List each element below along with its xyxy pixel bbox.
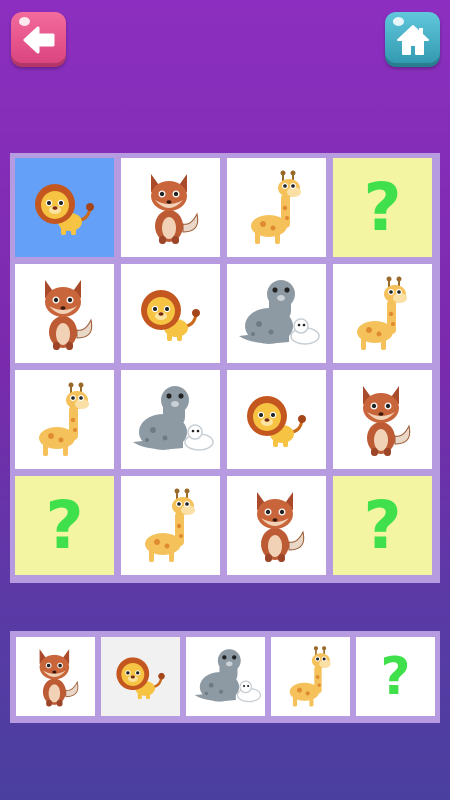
board-cell-lion[interactable]	[227, 370, 326, 469]
empty-board-cell[interactable]: ?	[333, 158, 432, 257]
question-mark-icon: ?	[363, 168, 402, 246]
home-button[interactable]	[385, 12, 440, 67]
lion-icon	[136, 284, 206, 344]
board-cell-giraffe[interactable]	[333, 264, 432, 363]
fox-icon	[351, 382, 415, 458]
board-cell-giraffe[interactable]	[227, 158, 326, 257]
fox-icon	[33, 276, 97, 352]
board-cell-giraffe[interactable]	[121, 476, 220, 575]
palette-item-unknown[interactable]: ?	[356, 637, 435, 716]
board-cell-giraffe[interactable]	[15, 370, 114, 469]
board-cell-fox[interactable]	[15, 264, 114, 363]
board-cell-fox[interactable]	[227, 476, 326, 575]
empty-board-cell[interactable]: ?	[333, 476, 432, 575]
lion-icon	[30, 178, 100, 238]
lion-icon	[242, 390, 312, 450]
palette-item-lion[interactable]	[101, 637, 180, 716]
question-mark-icon: ?	[380, 646, 411, 707]
giraffe-icon	[33, 380, 97, 460]
fox-icon	[245, 488, 309, 564]
seal-icon	[178, 639, 274, 715]
giraffe-icon	[351, 274, 415, 354]
board-cell-seal[interactable]	[227, 264, 326, 363]
button-shine	[393, 17, 404, 26]
giraffe-icon	[279, 637, 343, 717]
question-mark-icon: ?	[45, 486, 84, 564]
lion-icon	[106, 647, 176, 707]
question-mark-icon: ?	[363, 486, 402, 564]
board-cell-seal[interactable]	[121, 370, 220, 469]
board-cell-lion[interactable]	[121, 264, 220, 363]
back-arrow-icon	[23, 26, 54, 53]
puzzle-board: ? ? ?	[10, 153, 440, 583]
giraffe-icon	[245, 168, 309, 248]
palette-item-giraffe[interactable]	[271, 637, 350, 716]
empty-board-cell[interactable]: ?	[15, 476, 114, 575]
board-cell-fox[interactable]	[121, 158, 220, 257]
giraffe-icon	[139, 486, 203, 566]
palette-item-fox[interactable]	[16, 637, 95, 716]
animal-palette: ?	[10, 631, 440, 723]
seal-icon	[229, 276, 325, 352]
board-cell-fox[interactable]	[333, 370, 432, 469]
home-icon	[396, 24, 429, 55]
fox-icon	[139, 170, 203, 246]
palette-item-seal[interactable]	[186, 637, 265, 716]
board-cell-lion[interactable]	[15, 158, 114, 257]
fox-icon	[24, 639, 88, 715]
back-button[interactable]	[11, 12, 66, 67]
seal-icon	[123, 382, 219, 458]
button-shine	[19, 17, 30, 26]
